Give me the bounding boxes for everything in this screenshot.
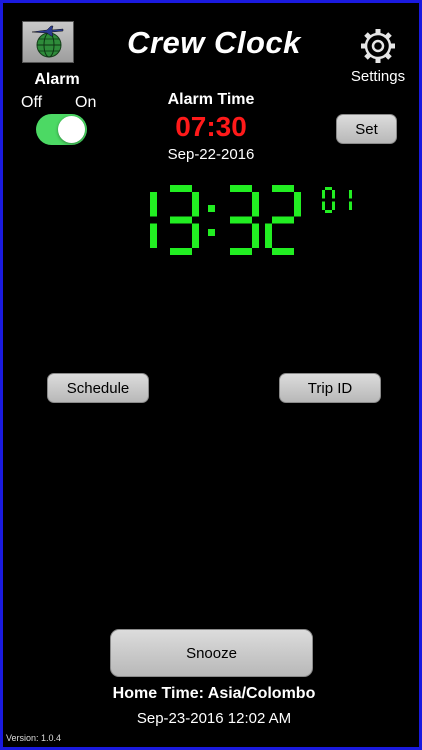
clock-digit-3-segment-c bbox=[252, 223, 259, 248]
alarm-on-label: On bbox=[75, 94, 97, 111]
seconds-digit-1-segment-d bbox=[325, 210, 332, 213]
app-title: Crew Clock bbox=[127, 25, 301, 60]
schedule-button[interactable]: Schedule bbox=[47, 373, 149, 403]
trip-id-button[interactable]: Trip ID bbox=[279, 373, 381, 403]
logo-button[interactable] bbox=[22, 21, 74, 63]
clock-digit-4-segment-g bbox=[272, 216, 294, 224]
clock-colon-top bbox=[208, 205, 215, 212]
alarm-toggle[interactable] bbox=[36, 114, 87, 145]
clock-digit-4-segment-e bbox=[265, 223, 272, 248]
clock-digit-4-segment-b bbox=[294, 192, 301, 217]
clock-digit-1-segment-b bbox=[150, 192, 157, 217]
main-clock bbox=[150, 185, 301, 255]
clock-digit-4-segment-d bbox=[272, 248, 294, 255]
seconds-digit-1-segment-b bbox=[332, 190, 335, 199]
home-datetime: Sep-23-2016 12:02 AM bbox=[136, 710, 292, 727]
seconds-digit-1-segment-f bbox=[322, 190, 325, 199]
seconds-digit-1-segment-c bbox=[332, 201, 335, 210]
seconds-digit-2-segment-c bbox=[349, 201, 352, 210]
set-alarm-button[interactable]: Set bbox=[336, 114, 397, 144]
clock-digit-2-segment-b bbox=[192, 192, 199, 217]
clock-digit-2-segment-c bbox=[192, 223, 199, 248]
settings-button[interactable]: Settings bbox=[343, 27, 413, 85]
clock-digit-2-segment-a bbox=[170, 185, 192, 192]
clock-digit-1-segment-c bbox=[150, 223, 157, 248]
clock-digit-2-segment-d bbox=[170, 248, 192, 255]
clock-seconds bbox=[322, 187, 352, 213]
alarm-time: 07:30 bbox=[175, 111, 247, 142]
clock-colon-bottom bbox=[208, 229, 215, 236]
seconds-digit-2-segment-b bbox=[349, 190, 352, 199]
toggle-knob bbox=[58, 116, 85, 143]
clock-digits bbox=[150, 185, 301, 255]
seconds-digits bbox=[322, 187, 352, 213]
clock-digit-3-segment-g bbox=[230, 216, 252, 224]
version-label: Version: 1.0.4 bbox=[6, 733, 62, 743]
alarm-label: Alarm bbox=[34, 71, 80, 88]
seconds-digit-1-segment-e bbox=[322, 201, 325, 210]
alarm-date: Sep-22-2016 bbox=[167, 146, 255, 163]
snooze-button[interactable]: Snooze bbox=[110, 629, 313, 677]
app-screen: Crew Clock Settings Alarm Off On Alarm T… bbox=[0, 0, 422, 750]
seconds-digit-1-segment-a bbox=[325, 187, 332, 190]
clock-digit-3-segment-d bbox=[230, 248, 252, 255]
home-time-label: Home Time: Asia/Colombo bbox=[112, 685, 316, 702]
alarm-off-label: Off bbox=[21, 94, 43, 111]
clock-digit-4-segment-a bbox=[272, 185, 294, 192]
clock-digit-3-segment-b bbox=[252, 192, 259, 217]
clock-digit-3-segment-a bbox=[230, 185, 252, 192]
gear-icon bbox=[361, 29, 395, 63]
globe-plane-icon bbox=[31, 25, 64, 58]
clock-digit-2-segment-g bbox=[170, 216, 192, 224]
settings-label: Settings bbox=[350, 68, 406, 85]
alarm-time-label: Alarm Time bbox=[167, 91, 255, 108]
